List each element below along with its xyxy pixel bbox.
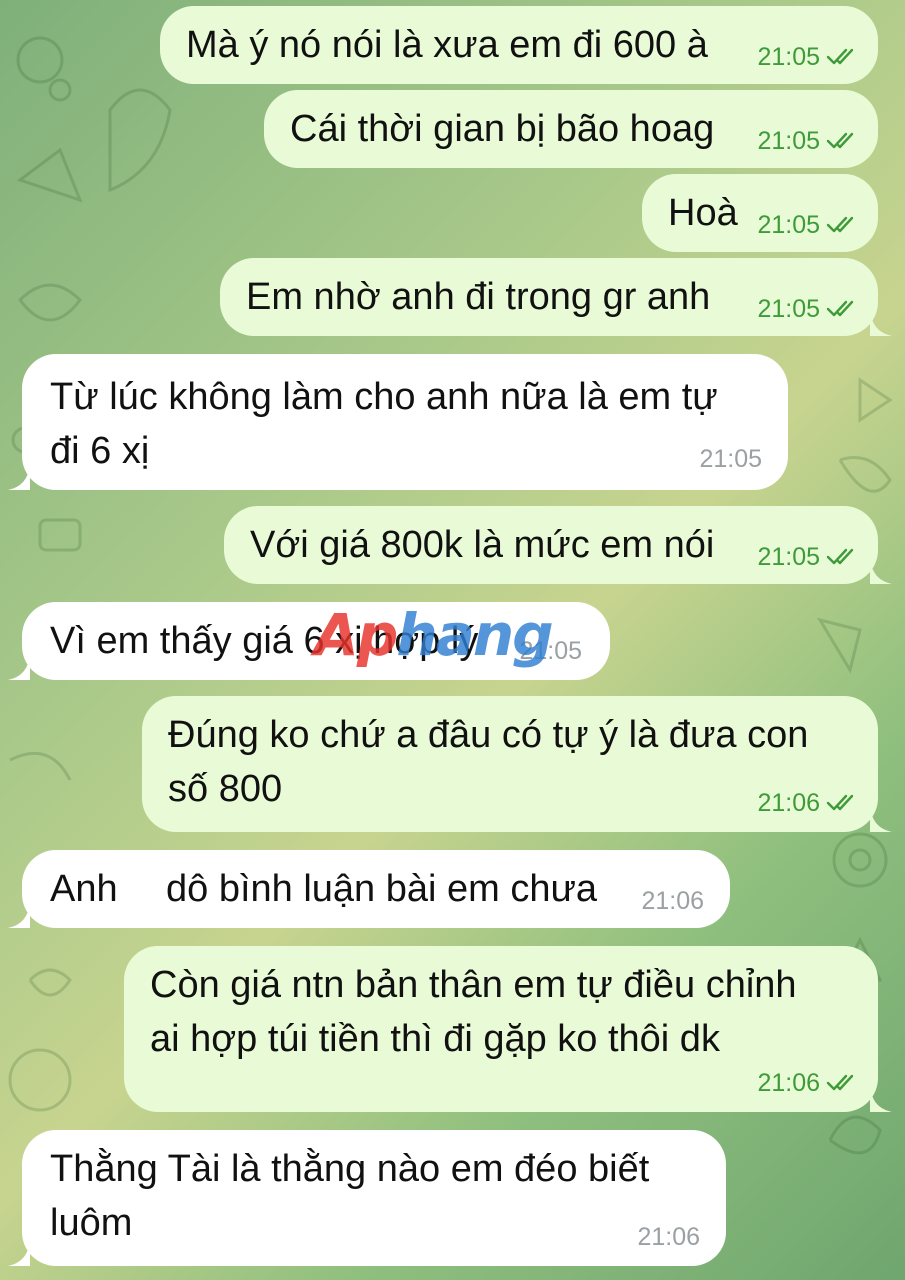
message-timestamp: 21:05: [519, 637, 582, 665]
double-check-icon: [826, 548, 854, 565]
message-meta: 21:06: [637, 1222, 700, 1252]
bubble-tail: [870, 310, 892, 336]
double-check-icon: [826, 794, 854, 811]
message-timestamp: 21:06: [637, 1223, 700, 1251]
chat-message-list[interactable]: Mà ý nó nói là xưa em đi 600 à 21:05 Cái…: [0, 0, 905, 1280]
message-meta: 21:05: [757, 42, 856, 72]
message-meta: 21:05: [699, 444, 762, 474]
message-text-line: đi 6 xị: [50, 430, 150, 472]
outgoing-message-bubble[interactable]: Đúng ko chứ a đâu có tự ý là đưa con số …: [142, 696, 892, 832]
incoming-message-bubble[interactable]: Anh dô bình luận bài em chưa 21:06: [8, 850, 730, 928]
message-timestamp: 21:05: [757, 211, 820, 239]
message-timestamp: 21:06: [641, 887, 704, 915]
bubble-tail: [8, 464, 30, 490]
message-text-line: luôm: [50, 1202, 133, 1244]
message-meta: 21:05: [757, 210, 856, 240]
outgoing-message-bubble[interactable]: Mà ý nó nói là xưa em đi 600 à 21:05: [160, 6, 878, 84]
incoming-message-bubble[interactable]: Từ lúc không làm cho anh nữa là em tự đi…: [8, 354, 788, 490]
bubble-tail: [870, 558, 892, 584]
message-meta: 21:05: [757, 294, 856, 324]
message-text: Mà ý nó nói là xưa em đi 600 à: [186, 24, 708, 66]
bubble-tail: [8, 902, 30, 928]
message-text: dô bình luận bài em chưa: [166, 868, 598, 910]
message-text-line: Còn giá ntn bản thân em tự điều chỉnh: [150, 964, 797, 1006]
double-check-icon: [826, 48, 854, 65]
message-text-line: ai hợp túi tiền thì đi gặp ko thôi dk: [150, 1018, 720, 1060]
message-timestamp: 21:05: [757, 543, 820, 571]
message-meta: 21:06: [757, 788, 856, 818]
message-timestamp: 21:05: [757, 127, 820, 155]
bubble-tail: [8, 654, 30, 680]
message-text: Anh: [50, 868, 118, 910]
double-check-icon: [826, 300, 854, 317]
message-text-line: Đúng ko chứ a đâu có tự ý là đưa con: [168, 714, 809, 756]
message-text: Cái thời gian bị bão hoag: [290, 108, 715, 150]
message-meta: 21:06: [757, 1068, 856, 1098]
message-timestamp: 21:06: [757, 789, 820, 817]
bubble-tail: [870, 806, 892, 832]
bubble-tail: [870, 1086, 892, 1112]
message-meta: 21:05: [757, 542, 856, 572]
bubble-tail: [8, 1240, 30, 1266]
outgoing-message-bubble[interactable]: Với giá 800k là mức em nói 21:05: [224, 506, 892, 584]
outgoing-message-bubble[interactable]: Em nhờ anh đi trong gr anh 21:05: [220, 258, 892, 336]
message-meta: 21:05: [519, 636, 582, 666]
incoming-message-bubble[interactable]: Thằng Tài là thằng nào em đéo biết luôm …: [8, 1130, 726, 1266]
outgoing-message-bubble[interactable]: Còn giá ntn bản thân em tự điều chỉnh ai…: [124, 946, 892, 1112]
message-meta: 21:05: [757, 126, 856, 156]
message-text-line: Từ lúc không làm cho anh nữa là em tự: [50, 376, 718, 418]
incoming-message-bubble[interactable]: Vì em thấy giá 6 xị hợp lý 21:05: [8, 602, 610, 680]
message-timestamp: 21:05: [757, 43, 820, 71]
message-text: Hoà: [668, 192, 738, 234]
message-text-line: Thằng Tài là thằng nào em đéo biết: [50, 1148, 650, 1190]
message-text: Với giá 800k là mức em nói: [250, 524, 715, 566]
double-check-icon: [826, 1074, 854, 1091]
message-timestamp: 21:06: [757, 1069, 820, 1097]
outgoing-message-bubble[interactable]: Cái thời gian bị bão hoag 21:05: [264, 90, 878, 168]
double-check-icon: [826, 216, 854, 233]
outgoing-message-bubble[interactable]: Hoà 21:05: [642, 174, 878, 252]
message-text: Vì em thấy giá 6 xị hợp lý: [50, 620, 479, 662]
message-text: Em nhờ anh đi trong gr anh: [246, 276, 711, 318]
message-timestamp: 21:05: [757, 295, 820, 323]
double-check-icon: [826, 132, 854, 149]
message-text-line: số 800: [168, 768, 283, 810]
message-meta: 21:06: [641, 886, 704, 916]
message-timestamp: 21:05: [699, 445, 762, 473]
